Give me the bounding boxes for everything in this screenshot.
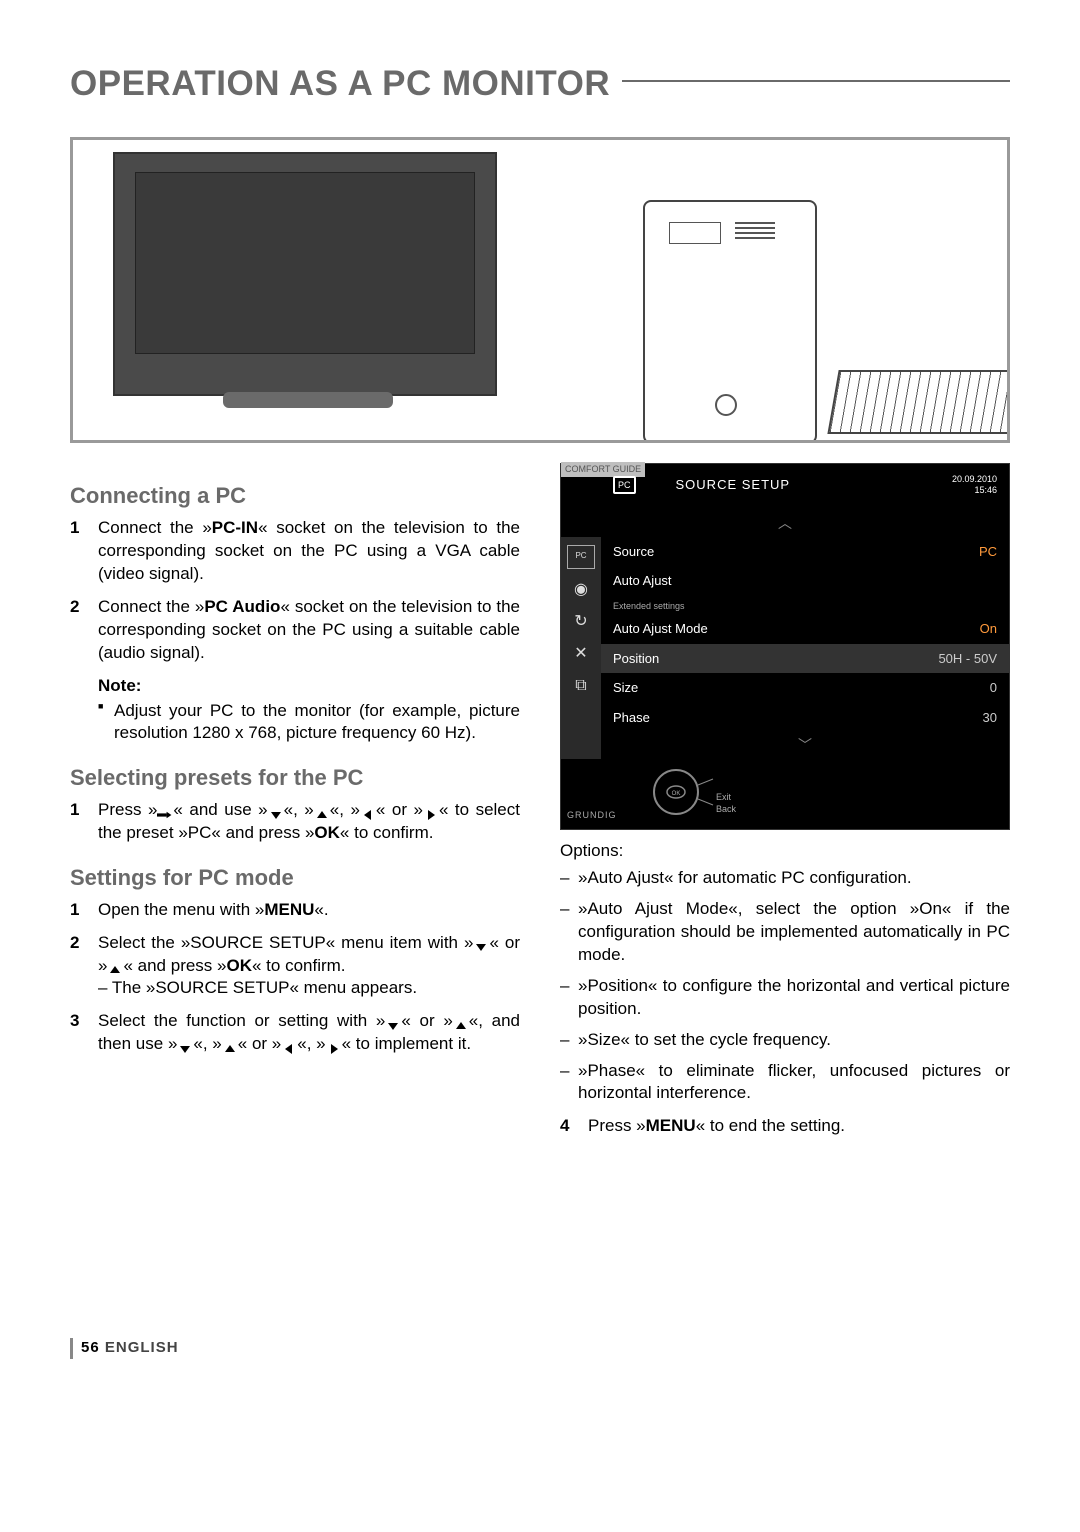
keyboard-illustration [827, 370, 1010, 434]
svg-text:OK: OK [672, 791, 681, 797]
presets-steps: Press »« and use »«, »«, »« or »« to sel… [70, 799, 520, 845]
osd-row-size: Size 0 [601, 673, 1009, 703]
step-select-source-setup: Select the »SOURCE SETUP« menu item with… [70, 932, 520, 1001]
source-icon [157, 805, 173, 817]
step2-substep: – The »SOURCE SETUP« menu appears. [98, 977, 520, 1000]
settings-steps: Open the menu with »MENU«. Select the »S… [70, 899, 520, 1057]
right-icon [423, 805, 439, 817]
step-open-menu: Open the menu with »MENU«. [70, 899, 520, 922]
step-connect-pc-in: Connect the »PC-IN« socket on the televi… [70, 517, 520, 586]
down-icon [177, 1039, 193, 1051]
osd-brand: GRUNDIG [567, 809, 617, 821]
refresh-icon: ↻ [570, 611, 592, 633]
eye-icon: ◉ [570, 579, 592, 601]
options-list: »Auto Ajust« for automatic PC configurat… [560, 867, 1010, 1105]
osd-footer: OK Exit Back GRUNDIG [561, 759, 1009, 829]
osd-sidebar: PC ◉ ↻ ✕ ⧉ [561, 537, 601, 759]
down-icon [473, 937, 489, 949]
pc-icon: PC [613, 476, 636, 494]
connecting-steps: Connect the »PC-IN« socket on the televi… [70, 517, 520, 665]
connection-diagram [70, 137, 1010, 443]
pc-tower-illustration [643, 200, 817, 443]
osd-back-label: Back [716, 803, 736, 815]
heading-presets: Selecting presets for the PC [70, 763, 520, 793]
osd-screenshot: COMFORT GUIDE PC SOURCE SETUP 20.09.2010… [560, 463, 1010, 830]
option-size: »Size« to set the cycle frequency. [560, 1029, 1010, 1052]
heading-settings: Settings for PC mode [70, 863, 520, 893]
step-end-setting: Press »MENU« to end the setting. [560, 1115, 1010, 1138]
step-select-preset: Press »« and use »«, »«, »« or »« to sel… [70, 799, 520, 845]
option-autoajust-mode: »Auto Ajust Mode«, select the option »On… [560, 898, 1010, 967]
pc-side-icon: PC [567, 545, 595, 569]
up-icon [107, 960, 123, 972]
page-title-text: OPERATION AS A PC MONITOR [70, 60, 610, 107]
right-column: COMFORT GUIDE PC SOURCE SETUP 20.09.2010… [560, 463, 1010, 1138]
heading-connecting: Connecting a PC [70, 481, 520, 511]
screen-icon: ⧉ [570, 675, 592, 697]
osd-row-autoajust: Auto Ajust [601, 566, 1009, 596]
tv-illustration [113, 152, 497, 396]
step-select-function: Select the function or setting with »« o… [70, 1010, 520, 1056]
osd-title: SOURCE SETUP [676, 476, 791, 494]
note-body: Adjust your PC to the monitor (for examp… [70, 700, 520, 746]
down-icon [385, 1016, 401, 1028]
left-icon [360, 805, 376, 817]
osd-datetime: 20.09.2010 15:46 [952, 474, 997, 496]
step-connect-pc-audio: Connect the »PC Audio« socket on the tel… [70, 596, 520, 665]
page-footer: 56 ENGLISH [70, 1338, 1010, 1358]
tools-icon: ✕ [570, 643, 592, 665]
osd-extended-label: Extended settings [601, 596, 1009, 614]
chevron-down-icon: ﹀ [601, 732, 1009, 759]
options-label: Options: [560, 840, 1010, 863]
chevron-up-icon: ︿ [561, 510, 1009, 537]
osd-row-position: Position 50H - 50V [601, 644, 1009, 674]
up-icon [314, 805, 330, 817]
left-column: Connecting a PC Connect the »PC-IN« sock… [70, 463, 520, 1138]
option-phase: »Phase« to eliminate flicker, unfocused … [560, 1060, 1010, 1106]
left-icon [281, 1039, 297, 1051]
page-title: OPERATION AS A PC MONITOR [70, 60, 1010, 107]
nav-pad-icon: OK [651, 767, 771, 817]
down-icon [268, 805, 284, 817]
title-rule [622, 80, 1010, 82]
osd-rows: Source PC Auto Ajust Extended settings A… [601, 537, 1009, 759]
tv-stand-illustration [223, 392, 393, 408]
right-icon [326, 1039, 342, 1051]
up-icon [453, 1016, 469, 1028]
option-autoajust: »Auto Ajust« for automatic PC configurat… [560, 867, 1010, 890]
up-icon [222, 1039, 238, 1051]
note-label: Note: [98, 675, 520, 698]
osd-exit-label: Exit [716, 791, 731, 803]
osd-row-phase: Phase 30 [601, 703, 1009, 733]
osd-row-source: Source PC [601, 537, 1009, 567]
option-position: »Position« to configure the horizontal a… [560, 975, 1010, 1021]
page-language: ENGLISH [105, 1339, 179, 1356]
osd-row-mode: Auto Ajust Mode On [601, 614, 1009, 644]
page-number: 56 [81, 1339, 100, 1356]
osd-header: PC SOURCE SETUP 20.09.2010 15:46 [561, 464, 1009, 510]
